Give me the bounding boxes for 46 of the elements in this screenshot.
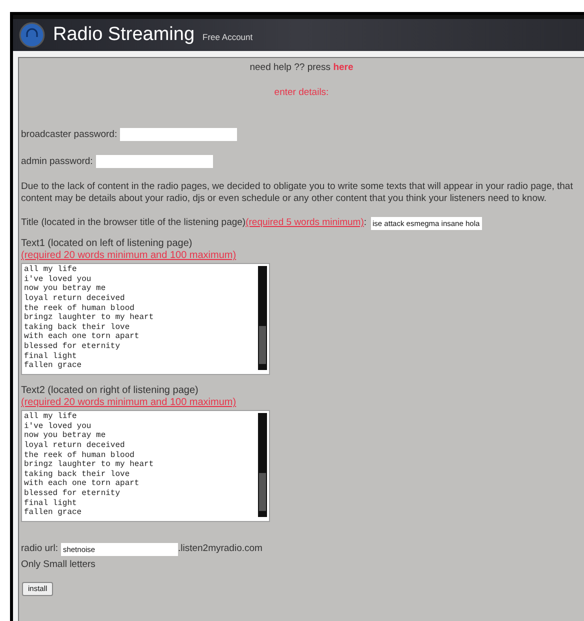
password-field[interactable] — [120, 128, 238, 142]
notice-text: Due to the lack of content in the radio pages, we decided to obligate you to write some texts that will appear in your radio page, that content may be details about your radio, djs or even schedule or any other content that you think your listeners need to know. — [21, 181, 574, 205]
text-line: bringz laughter to my heart — [24, 313, 155, 323]
help-text: need help ?? press — [250, 62, 332, 73]
password-field[interactable] — [96, 155, 213, 168]
requirement-text: (required 5 words minimum) — [246, 216, 364, 230]
text-line: i've loved you — [24, 422, 92, 431]
text-line: fallen grace — [24, 508, 83, 518]
field-label: Title (located in the browser title of the listening page) — [21, 216, 246, 230]
text-line: blessed for eternity — [24, 489, 122, 499]
section-title: enter details: — [273, 86, 330, 100]
text-line: taking back their love — [24, 322, 131, 332]
text-line: bringz laughter to my heart — [24, 460, 155, 470]
text-line: final light — [24, 498, 78, 508]
field-label: broadcaster password: — [21, 128, 118, 142]
requirement-text: (required 20 words minimum and 100 maximum) — [21, 250, 236, 262]
field-label: Text1 (located on left of listening page) — [21, 238, 194, 250]
app-title: Radio Streaming — [53, 22, 195, 47]
scrollbar[interactable] — [258, 413, 267, 518]
text-line: i've loved you — [24, 274, 92, 284]
text-line: all my life — [24, 412, 78, 422]
text-line: blessed for eternity — [24, 342, 122, 352]
domain-suffix: .listen2myradio.com — [178, 542, 262, 556]
text-line: all my life — [24, 265, 78, 275]
text-area[interactable] — [21, 263, 270, 376]
text-line: fallen grace — [24, 361, 83, 371]
text-line: loyal return deceived — [24, 294, 126, 304]
text-line: now you betray me — [24, 284, 107, 294]
text-line: the reek of human blood — [24, 450, 136, 460]
text-line: now you betray me — [24, 431, 107, 441]
headphones-icon — [19, 22, 45, 48]
account-type: Free Account — [202, 31, 253, 44]
text-line: with each one torn apart — [24, 479, 140, 489]
requirement-text: (required 20 words minimum and 100 maximum) — [21, 397, 236, 410]
text-area[interactable] — [21, 410, 270, 522]
text-line: taking back their love — [24, 470, 131, 479]
field-label: radio url: — [21, 542, 58, 556]
text-line: the reek of human blood — [24, 304, 136, 313]
text-line: final light — [24, 352, 78, 361]
field-label: admin password: — [21, 154, 93, 169]
text-line: with each one torn apart — [24, 332, 140, 342]
hint-text: Only Small letters — [21, 558, 96, 572]
text-line: loyal return deceived — [24, 441, 126, 451]
field-label: Text2 (located on right of listening page) — [21, 385, 200, 398]
colon-text: : — [364, 216, 367, 230]
scrollbar[interactable] — [258, 266, 267, 370]
